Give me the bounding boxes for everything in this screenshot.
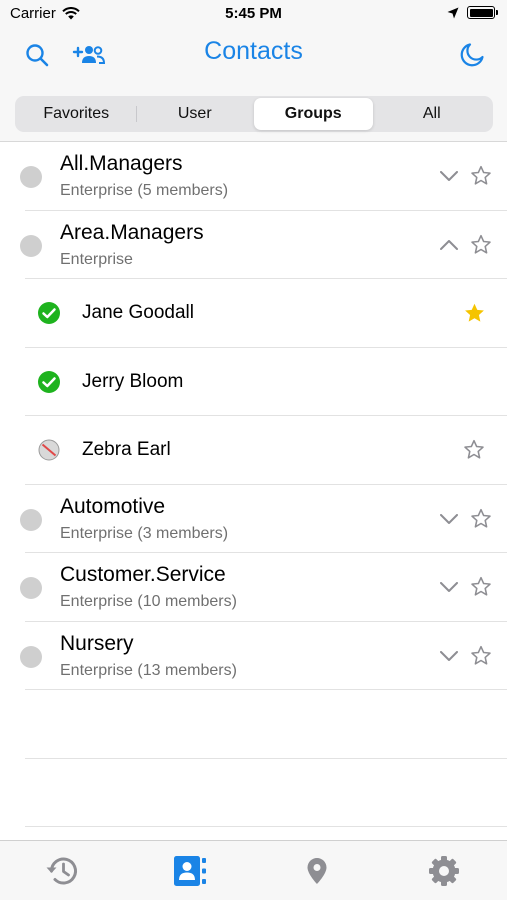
favorite-button[interactable] xyxy=(469,233,493,257)
presence-indicator xyxy=(20,166,42,188)
empty-list-row xyxy=(25,759,507,827)
group-row-nursery[interactable]: Nursery Enterprise (13 members) xyxy=(20,622,507,690)
group-list: All.Managers Enterprise (5 members) Area… xyxy=(0,142,507,827)
group-name: Customer.Service xyxy=(60,563,226,586)
empty-list-row xyxy=(25,690,507,759)
star-outline-icon xyxy=(471,645,491,665)
battery-icon xyxy=(467,6,498,19)
group-subtitle: Enterprise (5 members) xyxy=(60,182,229,199)
member-row-jerry-bloom[interactable]: Jerry Bloom xyxy=(25,348,507,416)
favorite-button[interactable] xyxy=(469,507,493,531)
presence-indicator xyxy=(20,645,42,668)
tab-contacts[interactable] xyxy=(127,841,254,900)
chevron-down-icon xyxy=(440,582,458,592)
chevron-down-icon xyxy=(440,513,458,524)
member-row-zebra-earl[interactable]: Zebra Earl xyxy=(25,416,507,485)
page-title: Contacts xyxy=(204,37,303,65)
group-row-all-managers[interactable]: All.Managers Enterprise (5 members) xyxy=(20,142,507,211)
tab-history[interactable] xyxy=(0,841,127,900)
presence-indicator xyxy=(20,234,42,257)
group-subtitle: Enterprise (10 members) xyxy=(60,593,237,610)
favorite-button[interactable] xyxy=(469,644,493,668)
group-row-customer-service[interactable]: Customer.Service Enterprise (10 members) xyxy=(20,553,507,622)
contacts-icon xyxy=(174,855,207,886)
segment-user[interactable]: User xyxy=(135,98,255,130)
expand-button[interactable] xyxy=(439,166,459,186)
favorite-button[interactable] xyxy=(462,301,486,325)
available-check-icon xyxy=(38,302,60,324)
group-name: Area.Managers xyxy=(60,220,204,244)
moon-icon xyxy=(460,43,484,67)
group-row-automotive[interactable]: Automotive Enterprise (3 members) xyxy=(20,485,507,553)
star-outline-icon xyxy=(464,439,484,459)
star-outline-icon xyxy=(471,576,491,596)
group-subtitle: Enterprise (13 members) xyxy=(60,661,237,679)
segment-favorites[interactable]: Favorites xyxy=(17,98,136,130)
group-row-area-managers[interactable]: Area.Managers Enterprise xyxy=(20,211,507,279)
available-check-icon xyxy=(38,370,60,393)
member-name: Jerry Bloom xyxy=(82,370,184,392)
favorite-button[interactable] xyxy=(469,164,493,188)
member-name: Zebra Earl xyxy=(82,439,171,460)
expand-button[interactable] xyxy=(439,577,459,597)
star-outline-icon xyxy=(471,165,491,185)
location-pin-icon xyxy=(307,857,327,884)
presence-indicator xyxy=(20,577,42,599)
location-arrow-icon xyxy=(447,7,459,18)
group-name: Nursery xyxy=(60,631,134,655)
star-filled-icon xyxy=(464,303,484,322)
group-name: All.Managers xyxy=(60,152,183,175)
chevron-down-icon xyxy=(440,650,458,661)
star-outline-icon xyxy=(471,234,491,254)
presence-indicator xyxy=(20,508,42,531)
star-outline-icon xyxy=(471,508,491,528)
chevron-down-icon xyxy=(440,171,458,181)
chevron-up-icon xyxy=(440,239,458,250)
status-indicators xyxy=(447,6,498,19)
tab-settings[interactable] xyxy=(380,841,507,900)
night-mode-button[interactable] xyxy=(455,40,489,70)
favorite-button[interactable] xyxy=(462,438,486,462)
member-row-jane-goodall[interactable]: Jane Goodall xyxy=(25,279,507,348)
favorite-button[interactable] xyxy=(469,575,493,599)
offline-status-icon xyxy=(38,439,60,461)
expand-button[interactable] xyxy=(439,509,459,529)
tab-bar xyxy=(0,840,507,900)
collapse-button[interactable] xyxy=(439,235,459,255)
status-bar: Carrier 5:45 PM xyxy=(0,0,507,28)
segment-all[interactable]: All xyxy=(373,98,492,130)
member-name: Jane Goodall xyxy=(82,302,194,323)
status-time: 5:45 PM xyxy=(225,5,282,22)
history-icon xyxy=(46,857,78,884)
filter-bar: Favorites User Groups All xyxy=(0,90,507,142)
group-subtitle: Enterprise (3 members) xyxy=(60,524,229,542)
group-name: Automotive xyxy=(60,494,166,518)
group-subtitle: Enterprise xyxy=(60,250,133,268)
navigation-bar: Contacts xyxy=(0,28,507,90)
segment-groups[interactable]: Groups xyxy=(254,98,373,130)
settings-gear-icon xyxy=(428,855,459,886)
tab-location[interactable] xyxy=(254,841,381,900)
contact-filter-segmented-control: Favorites User Groups All xyxy=(15,96,493,132)
expand-button[interactable] xyxy=(439,646,459,666)
